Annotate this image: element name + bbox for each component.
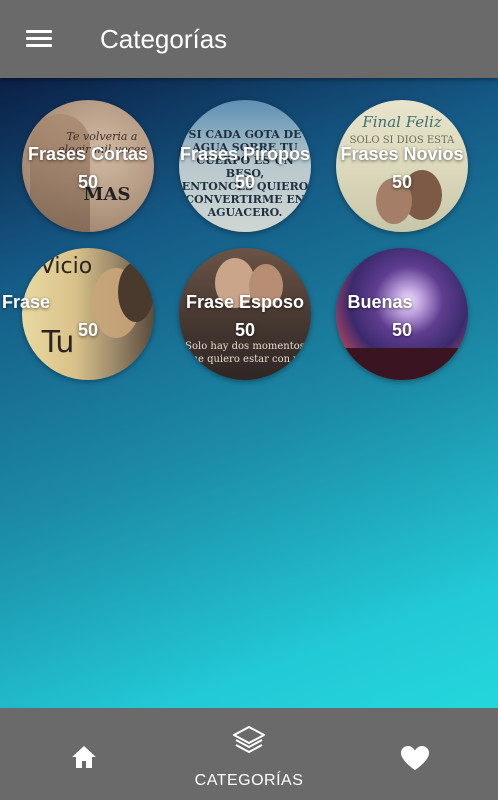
- category-name: Frases Novios: [340, 144, 464, 164]
- category-count: 50: [391, 320, 413, 340]
- category-image: Te volveria a elegir mil veces MAS: [22, 100, 154, 232]
- nav-favorites[interactable]: [355, 708, 475, 800]
- home-icon: [72, 746, 96, 768]
- category-count: 50: [234, 172, 256, 192]
- nav-categories-label: CATEGORÍAS: [194, 772, 304, 789]
- nav-home[interactable]: [24, 708, 144, 800]
- menu-button[interactable]: [18, 22, 58, 56]
- category-count: 50: [391, 172, 413, 192]
- category-tile-frases-piropos[interactable]: SI CADA GOTA DE AGUA SOBRE TU CUERPO ES UN…: [165, 100, 325, 240]
- image-caption: Solo hay dos momentos que quiero estar co…: [185, 341, 305, 365]
- nav-categories[interactable]: CATEGORÍAS: [189, 708, 309, 800]
- category-tile-frase[interactable]: Vicio Tu Frase 50: [2, 248, 168, 388]
- layers-icon: [233, 726, 265, 753]
- category-tile-frases-cortas[interactable]: Te volveria a elegir mil veces MAS Frase…: [8, 100, 168, 240]
- category-image: Final Feliz SOLO SI DIOS ESTA: [336, 100, 468, 232]
- category-image: Vicio Tu: [22, 248, 154, 380]
- category-image: Solo hay dos momentos que quiero estar co…: [179, 248, 311, 380]
- page-title: Categorías: [100, 24, 228, 54]
- app-bar: Categorías: [0, 0, 498, 78]
- category-image: SI CADA GOTA DE AGUA SOBRE TU CUERPO ES UN…: [179, 100, 311, 232]
- category-count: 50: [234, 320, 256, 340]
- bottom-navigation: CATEGORÍAS: [0, 708, 498, 800]
- menu-icon-line: [26, 44, 52, 47]
- category-name: Buenas: [347, 292, 413, 312]
- category-tile-frases-novios[interactable]: Final Feliz SOLO SI DIOS ESTA Frases Nov…: [322, 100, 482, 240]
- category-count: 50: [77, 320, 99, 340]
- menu-icon-line: [26, 30, 52, 33]
- category-name: Frases Cortas: [27, 144, 149, 164]
- categories-grid: Te volveria a elegir mil veces MAS Frase…: [0, 78, 498, 708]
- menu-icon-line: [26, 37, 52, 40]
- category-image: [336, 248, 468, 380]
- image-caption: Final Feliz: [362, 113, 442, 131]
- category-name: Frase: [1, 292, 51, 312]
- category-name: Frases Piropos: [179, 144, 311, 164]
- category-tile-frase-esposo[interactable]: Solo hay dos momentos que quiero estar co…: [165, 248, 325, 388]
- category-tile-buenas[interactable]: Buenas 50: [322, 248, 482, 388]
- category-count: 50: [77, 172, 99, 192]
- heart-icon: [401, 746, 429, 770]
